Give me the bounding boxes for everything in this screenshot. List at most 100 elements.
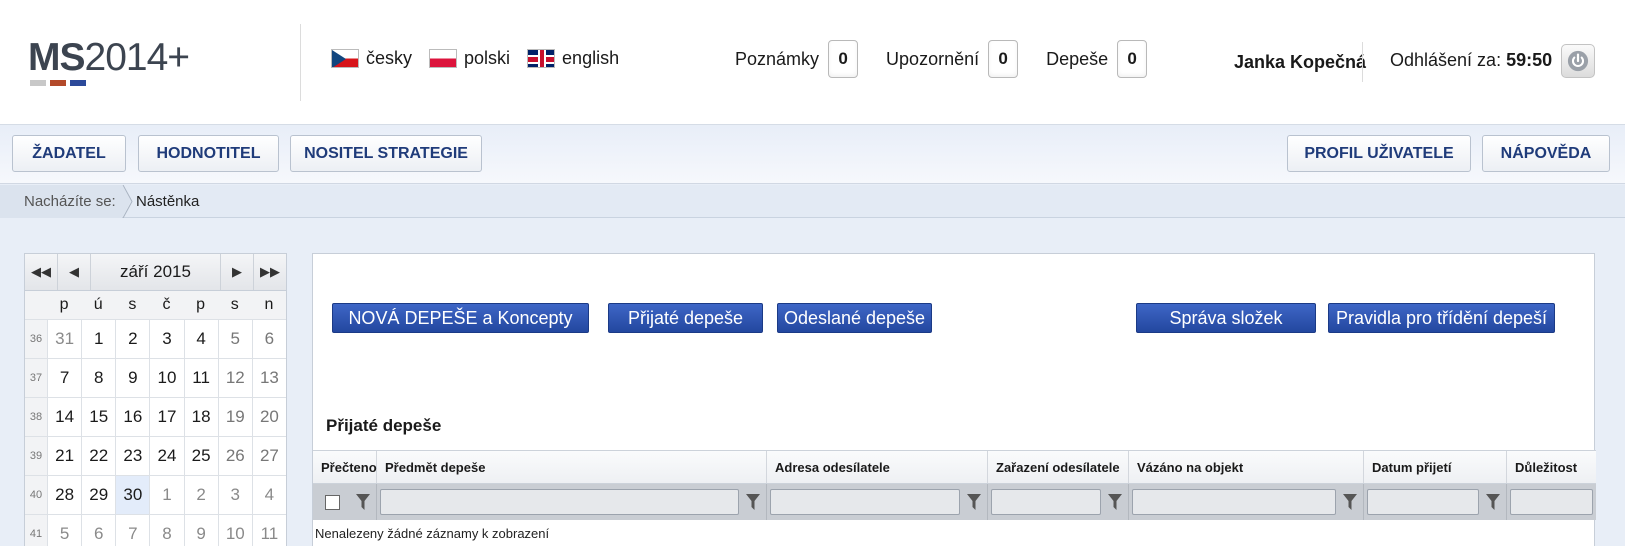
counter-alerts[interactable]: Upozornění 0 <box>886 40 1019 78</box>
calendar-day[interactable]: 6 <box>81 514 116 546</box>
calendar-month-title[interactable]: září 2015 <box>91 254 220 290</box>
calendar-day[interactable]: 17 <box>149 397 184 436</box>
ms2014-logo[interactable]: MS2014+ <box>28 36 190 88</box>
filter-icon[interactable] <box>743 492 763 512</box>
breadcrumb-label: Nacházíte se: <box>0 185 131 218</box>
lang-czech[interactable]: česky <box>331 48 412 69</box>
nav-profil-uzivatele[interactable]: PROFIL UŽIVATELE <box>1287 135 1471 172</box>
manage-folders-button[interactable]: Správa složek <box>1136 303 1316 333</box>
double-chevron-left-icon: ◀◀ <box>31 264 51 279</box>
calendar-day[interactable]: 13 <box>251 358 286 397</box>
col-header-sender-address[interactable]: Adresa odesílatele <box>767 451 988 483</box>
counter-messages[interactable]: Depeše 0 <box>1046 40 1148 78</box>
col-header-sender-category[interactable]: Zařazení odesílatele <box>988 451 1129 483</box>
sent-messages-button[interactable]: Odeslané depeše <box>777 303 932 333</box>
logout-button[interactable] <box>1561 44 1595 78</box>
calendar-day[interactable]: 19 <box>217 397 252 436</box>
col-header-linked-object[interactable]: Vázáno na objekt <box>1129 451 1364 483</box>
filter-icon[interactable] <box>353 492 373 512</box>
counter-notes[interactable]: Poznámky 0 <box>735 40 859 78</box>
filter-icon[interactable] <box>1483 492 1503 512</box>
calendar-day[interactable]: 4 <box>183 319 218 358</box>
calendar-day[interactable]: 24 <box>149 436 184 475</box>
language-switcher: česky polski english <box>331 48 619 69</box>
calendar-day[interactable]: 18 <box>183 397 218 436</box>
calendar-day[interactable]: 5 <box>47 514 82 546</box>
filter-received-date-input[interactable] <box>1367 489 1479 515</box>
calendar-day[interactable]: 11 <box>251 514 286 546</box>
logo-color-bars <box>30 80 189 86</box>
nav-zadatel[interactable]: ŽADATEL <box>12 135 126 172</box>
calendar-day[interactable]: 3 <box>217 475 252 514</box>
lang-polish[interactable]: polski <box>429 48 510 69</box>
new-message-button[interactable]: NOVÁ DEPEŠE a Koncepty <box>332 303 589 333</box>
col-header-read[interactable]: Přečteno <box>313 451 377 483</box>
filter-sender-category-input[interactable] <box>991 489 1101 515</box>
calendar-day[interactable]: 7 <box>47 358 82 397</box>
calendar-day[interactable]: 4 <box>251 475 286 514</box>
calendar-day[interactable]: 20 <box>251 397 286 436</box>
sorting-rules-button[interactable]: Pravidla pro třídění depeší <box>1328 303 1555 333</box>
calendar-day[interactable]: 7 <box>115 514 150 546</box>
logout-label: Odhlášení za: <box>1390 50 1502 70</box>
calendar-day[interactable]: 28 <box>47 475 82 514</box>
calendar-day[interactable]: 5 <box>217 319 252 358</box>
week-number: 39 <box>25 436 47 475</box>
filter-subject <box>377 484 767 520</box>
calendar-day[interactable]: 9 <box>115 358 150 397</box>
calendar-day[interactable]: 23 <box>115 436 150 475</box>
next-month-button[interactable]: ▶ <box>220 254 253 290</box>
filter-priority-input[interactable] <box>1510 489 1593 515</box>
col-header-priority[interactable]: Důležitost <box>1507 451 1596 483</box>
calendar-day[interactable]: 1 <box>149 475 184 514</box>
nav-hodnotitel[interactable]: HODNOTITEL <box>138 135 279 172</box>
col-header-subject[interactable]: Předmět depeše <box>377 451 767 483</box>
user-name[interactable]: Janka Kopečná <box>1234 52 1366 73</box>
calendar-day[interactable]: 22 <box>81 436 116 475</box>
calendar-day[interactable]: 8 <box>81 358 116 397</box>
calendar-day[interactable]: 2 <box>183 475 218 514</box>
calendar-day[interactable]: 3 <box>149 319 184 358</box>
calendar-grid: p ú s č p s n 36 31 1 2 3 4 5 6 37 7 8 9 10 11 12 13 38 14 15 16 17… <box>25 291 286 546</box>
calendar-day[interactable]: 10 <box>149 358 184 397</box>
calendar-day[interactable]: 21 <box>47 436 82 475</box>
calendar-day[interactable]: 30 <box>115 475 150 514</box>
next-year-button[interactable]: ▶▶ <box>253 254 286 290</box>
filter-icon[interactable] <box>1105 492 1125 512</box>
calendar-day[interactable]: 14 <box>47 397 82 436</box>
calendar-day[interactable]: 25 <box>183 436 218 475</box>
calendar-day[interactable]: 31 <box>47 319 82 358</box>
calendar-widget: ◀◀ ◀ září 2015 ▶ ▶▶ p ú s č p s n 36 31 1 2 3 4 5 6 37 7… <box>24 253 287 546</box>
nav-nositel-strategie[interactable]: NOSITEL STRATEGIE <box>290 135 482 172</box>
calendar-day[interactable]: 27 <box>251 436 286 475</box>
breadcrumb-current[interactable]: Nástěnka <box>136 185 199 218</box>
calendar-day[interactable]: 29 <box>81 475 116 514</box>
nav-napoveda[interactable]: NÁPOVĚDA <box>1482 135 1610 172</box>
filter-linked-object-input[interactable] <box>1132 489 1336 515</box>
prev-year-button[interactable]: ◀◀ <box>25 254 58 290</box>
calendar-day[interactable]: 8 <box>149 514 184 546</box>
lang-label: polski <box>464 48 511 68</box>
calendar-day[interactable]: 2 <box>115 319 150 358</box>
calendar-day[interactable]: 15 <box>81 397 116 436</box>
filter-subject-input[interactable] <box>380 489 739 515</box>
calendar-day[interactable]: 6 <box>251 319 286 358</box>
weekday-header: n <box>251 291 286 319</box>
filter-sender-address-input[interactable] <box>770 489 960 515</box>
received-messages-button[interactable]: Přijaté depeše <box>608 303 763 333</box>
filter-icon[interactable] <box>1340 492 1360 512</box>
calendar-day[interactable]: 9 <box>183 514 218 546</box>
filter-icon[interactable] <box>964 492 984 512</box>
week-number: 36 <box>25 319 47 358</box>
prev-month-button[interactable]: ◀ <box>58 254 91 290</box>
calendar-day[interactable]: 10 <box>217 514 252 546</box>
lang-english[interactable]: english <box>527 48 619 69</box>
calendar-day[interactable]: 12 <box>217 358 252 397</box>
calendar-day[interactable]: 16 <box>115 397 150 436</box>
col-header-received-date[interactable]: Datum přijetí <box>1364 451 1507 483</box>
select-all-checkbox[interactable] <box>325 494 340 510</box>
calendar-day[interactable]: 11 <box>183 358 218 397</box>
calendar-day[interactable]: 1 <box>81 319 116 358</box>
counter-value: 0 <box>988 40 1019 78</box>
calendar-day[interactable]: 26 <box>217 436 252 475</box>
